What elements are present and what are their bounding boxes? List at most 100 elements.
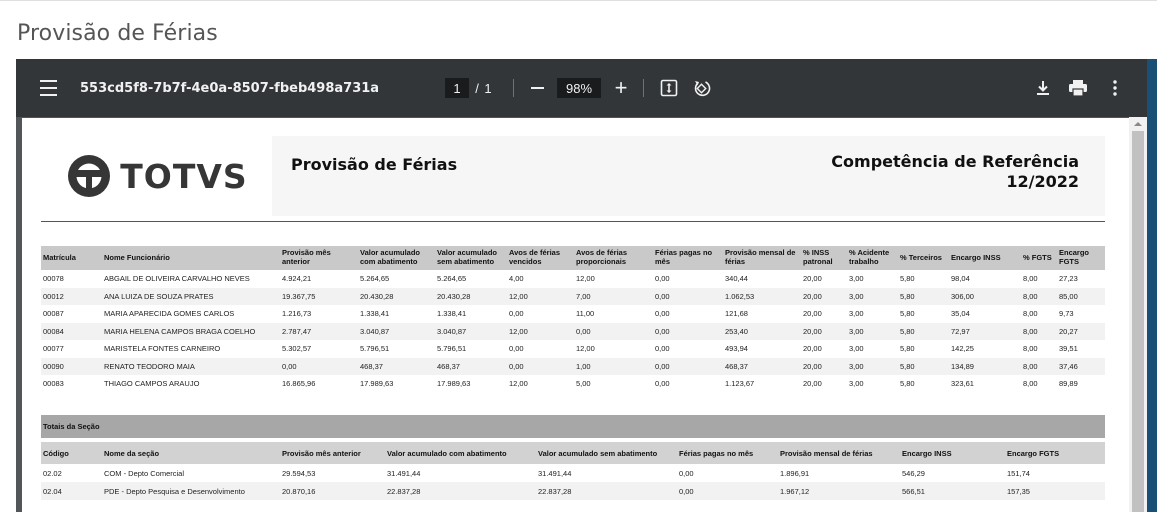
column-header: % Terceiros: [898, 246, 949, 270]
table-cell: RENATO TEODORO MAIA: [102, 357, 280, 375]
table-cell: 3,00: [849, 379, 864, 389]
page-separator: /: [475, 80, 479, 96]
section-totals-table: Código Nome da seção Provisão mês anterior…: [41, 442, 1105, 500]
employee-row: 00084 MARIA HELENA CAMPOS BRAGA COELHO 2.7…: [41, 322, 1105, 340]
table-cell: 20,27: [1057, 322, 1105, 340]
table-cell: 5,00: [576, 379, 591, 389]
table-cell: 4,00: [509, 274, 524, 284]
table-cell: 7,00: [574, 287, 653, 305]
table-cell: 00012: [41, 287, 102, 305]
table-cell: 02.02: [43, 468, 62, 478]
table-cell: 0,00: [280, 357, 358, 375]
column-header: Nome Funcionário: [102, 246, 280, 270]
column-header: Encargo FGTS: [1057, 246, 1105, 270]
table-cell: 0,00: [653, 287, 723, 305]
table-cell: 39,51: [1059, 344, 1078, 354]
column-header: Valor acumulado com abatimento: [358, 246, 435, 270]
pdf-viewer: 553cd5f8-7b7f-4e0a-8507-fbeb498a731a 1 /…: [16, 59, 1147, 512]
table-cell: 0,00: [655, 309, 670, 319]
table-cell: 12,00: [576, 344, 595, 354]
table-cell: 0,00: [655, 274, 670, 284]
column-header: Provisão mês anterior: [280, 442, 385, 464]
table-cell: 306,00: [949, 287, 1021, 305]
table-cell: THIAGO CAMPOS ARAUJO: [104, 379, 200, 389]
table-cell: 493,94: [725, 344, 748, 354]
totvs-logo-icon: [68, 155, 111, 197]
report-title: Provisão de Férias: [291, 155, 458, 174]
table-cell: 546,29: [902, 468, 925, 478]
accent-bar: [1147, 59, 1157, 512]
table-cell: 3,00: [847, 357, 898, 375]
toolbar-divider: [643, 79, 644, 97]
table-cell: 1.216,73: [282, 309, 312, 319]
table-cell: 5.302,57: [282, 344, 312, 354]
table-cell: 1.123,67: [725, 379, 755, 389]
totvs-logo: TOTVS: [42, 136, 272, 216]
table-cell: 8,00: [1021, 357, 1057, 375]
column-header: Avos de férias proporcionais: [574, 246, 653, 270]
table-cell: 72,97: [949, 322, 1021, 340]
employee-row: 00078 ABGAIL DE OLIVEIRA CARVALHO NEVES 4.…: [41, 270, 1105, 288]
current-page-input[interactable]: 1: [445, 78, 469, 98]
table-cell: 4.924,21: [282, 274, 312, 284]
table-cell: 12,00: [507, 287, 574, 305]
table-cell: ABGAIL DE OLIVEIRA CARVALHO NEVES: [104, 274, 250, 284]
table-cell: 134,89: [949, 357, 1021, 375]
column-header: % FGTS: [1021, 246, 1057, 270]
table-cell: 89,89: [1059, 379, 1078, 389]
table-cell: 17.989,63: [360, 379, 394, 389]
table-cell: 5.264,65: [437, 274, 467, 284]
table-cell: 1.896,91: [780, 468, 810, 478]
employee-row: 00012 ANA LUIZA DE SOUZA PRATES 19.367,75 2…: [41, 287, 1105, 305]
download-icon[interactable]: [1032, 77, 1054, 99]
table-cell: 3,00: [847, 287, 898, 305]
table-cell: MARISTELA FONTES CARNEIRO: [104, 344, 221, 354]
fit-page-icon[interactable]: [659, 78, 679, 98]
rotate-icon[interactable]: [691, 77, 713, 99]
table-cell: 3,00: [847, 322, 898, 340]
table-cell: 340,44: [725, 274, 748, 284]
table-cell: 31.491,44: [387, 468, 421, 478]
column-header: Provisão mês anterior: [280, 246, 358, 270]
table-cell: 9,73: [1059, 309, 1074, 319]
table-cell: 20,00: [803, 274, 822, 284]
table-cell: 5,80: [898, 287, 949, 305]
table-cell: 8,00: [1023, 344, 1038, 354]
table-cell: 98,04: [951, 274, 970, 284]
report-header: Provisão de Férias Competência de Referê…: [272, 136, 1105, 216]
column-header: Encargo FGTS: [1005, 442, 1105, 464]
zoom-out-icon[interactable]: [526, 77, 548, 99]
table-cell: 3,00: [849, 309, 864, 319]
scrollbar-thumb[interactable]: [1132, 131, 1144, 512]
table-cell: 00083: [43, 379, 64, 389]
table-cell: 0,00: [679, 468, 694, 478]
table-cell: 121,68: [725, 309, 748, 319]
employee-row: 00083 THIAGO CAMPOS ARAUJO 16.865,96 17.989…: [41, 375, 1105, 393]
table-cell: 20.430,28: [435, 287, 507, 305]
zoom-level-input[interactable]: 98%: [557, 78, 601, 98]
table-cell: 00078: [43, 274, 64, 284]
column-header: Férias pagas no mês: [677, 442, 778, 464]
table-cell: 22.837,28: [536, 482, 677, 500]
column-header: % Acidente trabalho: [847, 246, 898, 270]
section-row: 02.04 PDE - Depto Pesquisa e Desenvolvime…: [41, 482, 1105, 500]
toolbar-divider: [513, 79, 514, 97]
employee-table: Matrícula Nome Funcionário Provisão mês an…: [41, 246, 1105, 393]
column-header: Código: [41, 442, 102, 464]
table-cell: 0,00: [653, 322, 723, 340]
table-cell: 5.796,51: [437, 344, 467, 354]
print-icon[interactable]: [1067, 77, 1089, 99]
table-cell: 8,00: [1023, 309, 1038, 319]
table-cell: 29.594,53: [282, 468, 316, 478]
zoom-in-icon[interactable]: +: [610, 77, 632, 99]
table-cell: 253,40: [723, 322, 801, 340]
table-cell: 20,00: [801, 357, 847, 375]
scroll-up-arrow-icon[interactable]: [1129, 117, 1147, 131]
table-cell: 3,00: [849, 274, 864, 284]
menu-icon[interactable]: [38, 78, 58, 98]
more-vertical-icon[interactable]: [1104, 77, 1126, 99]
section-row: 02.02 COM - Depto Comercial 29.594,53 31.49…: [41, 464, 1105, 482]
table-cell: 02.04: [41, 482, 102, 500]
column-header: Valor acumulado sem abatimento: [435, 246, 507, 270]
vertical-scrollbar[interactable]: [1129, 117, 1147, 512]
